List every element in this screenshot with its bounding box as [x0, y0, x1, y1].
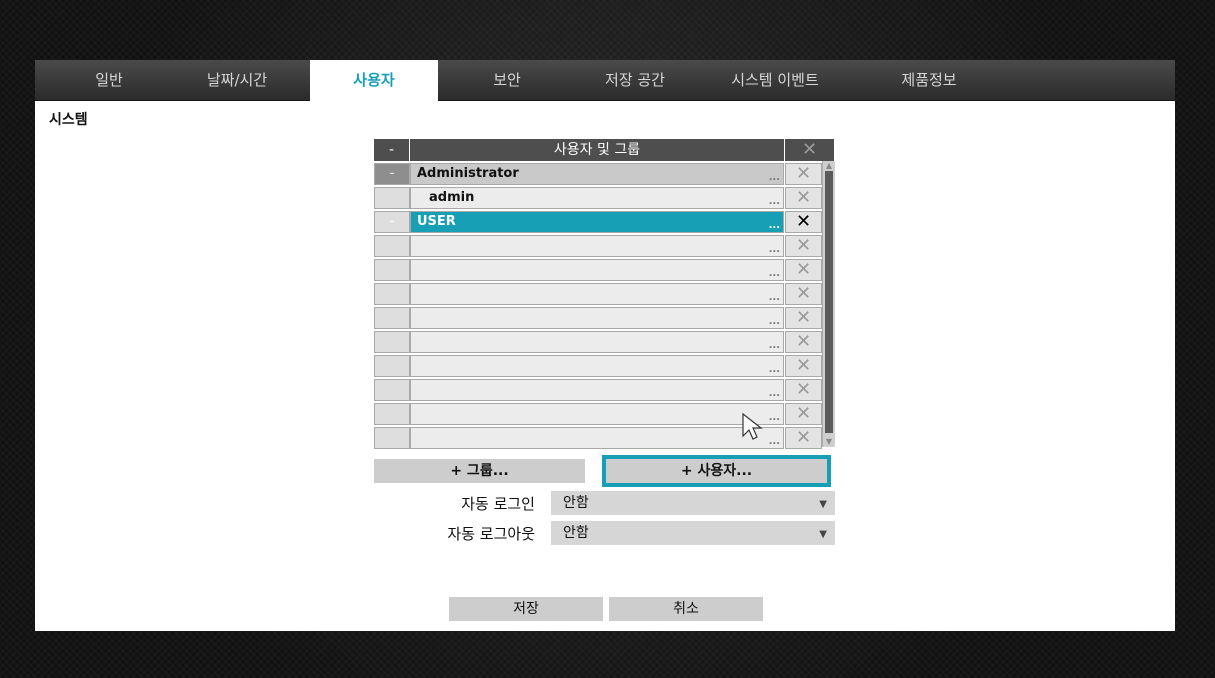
- delete-icon[interactable]: ✕: [785, 283, 822, 305]
- delete-icon[interactable]: ✕: [785, 379, 822, 401]
- row-edit-ellipsis[interactable]: ...: [769, 360, 780, 380]
- table-row[interactable]: admin... ✕: [374, 187, 822, 209]
- row-name-cell[interactable]: ...: [410, 427, 784, 449]
- row-name-cell[interactable]: admin...: [410, 187, 784, 209]
- row-name-cell[interactable]: ...: [410, 403, 784, 425]
- row-name: USER: [417, 214, 456, 229]
- row-name-cell[interactable]: Administrator...: [410, 163, 784, 185]
- save-button[interactable]: 저장: [449, 597, 603, 621]
- collapse-all-button[interactable]: -: [374, 139, 409, 161]
- scrollbar-thumb[interactable]: [825, 171, 833, 433]
- add-user-button[interactable]: + 사용자...: [602, 455, 831, 487]
- row-name-cell[interactable]: ...: [410, 307, 784, 329]
- mouse-cursor-icon: [742, 412, 763, 440]
- row-name-cell[interactable]: ...: [410, 355, 784, 377]
- delete-icon[interactable]: ✕: [785, 187, 822, 209]
- row-collapse-toggle[interactable]: [374, 187, 410, 209]
- table-row[interactable]: ... ✕: [374, 379, 822, 401]
- row-collapse-toggle[interactable]: -: [374, 211, 410, 233]
- tab-date-time[interactable]: 날짜/시간: [173, 60, 301, 100]
- row-name-cell[interactable]: USER...: [410, 211, 784, 233]
- row-collapse-toggle[interactable]: [374, 403, 410, 425]
- cancel-button[interactable]: 취소: [609, 597, 763, 621]
- row-name-cell[interactable]: ...: [410, 259, 784, 281]
- row-collapse-toggle[interactable]: [374, 307, 410, 329]
- row-collapse-toggle[interactable]: [374, 355, 410, 377]
- row-name-cell[interactable]: ...: [410, 235, 784, 257]
- table-scrollbar[interactable]: ▲ ▼: [822, 161, 835, 447]
- row-name-cell[interactable]: ...: [410, 283, 784, 305]
- delete-icon[interactable]: ✕: [785, 163, 822, 185]
- row-edit-ellipsis[interactable]: ...: [769, 312, 780, 332]
- auto-login-label: 자동 로그인: [461, 495, 535, 513]
- row-edit-ellipsis[interactable]: ...: [769, 384, 780, 404]
- tab-system-event[interactable]: 시스템 이벤트: [711, 60, 839, 100]
- row-edit-ellipsis[interactable]: ...: [769, 216, 780, 236]
- table-row[interactable]: - USER... ✕: [374, 211, 822, 233]
- delete-icon[interactable]: ✕: [785, 427, 822, 449]
- row-edit-ellipsis[interactable]: ...: [769, 432, 780, 452]
- table-row[interactable]: ... ✕: [374, 235, 822, 257]
- table-row[interactable]: ... ✕: [374, 355, 822, 377]
- tab-user[interactable]: 사용자: [310, 60, 438, 101]
- delete-icon[interactable]: ✕: [785, 355, 822, 377]
- row-collapse-toggle[interactable]: [374, 235, 410, 257]
- row-edit-ellipsis[interactable]: ...: [769, 336, 780, 356]
- row-collapse-toggle[interactable]: [374, 331, 410, 353]
- tab-storage[interactable]: 저장 공간: [571, 60, 699, 100]
- row-edit-ellipsis[interactable]: ...: [769, 192, 780, 212]
- scroll-up-arrow-icon[interactable]: ▲: [825, 162, 833, 170]
- content-panel: 시스템 - 사용자 및 그룹 ✕ - Administrator... ✕ admin…: [35, 101, 1175, 631]
- row-edit-ellipsis[interactable]: ...: [769, 168, 780, 188]
- delete-icon[interactable]: ✕: [785, 211, 822, 233]
- tab-general[interactable]: 일반: [45, 60, 173, 100]
- table-row[interactable]: ... ✕: [374, 331, 822, 353]
- settings-window: 일반 날짜/시간 사용자 보안 저장 공간 시스템 이벤트 제품정보 시스템 -…: [35, 60, 1175, 631]
- chevron-down-icon: ▼: [819, 499, 827, 510]
- row-collapse-toggle[interactable]: [374, 427, 410, 449]
- scroll-down-arrow-icon[interactable]: ▼: [825, 438, 833, 446]
- add-group-button[interactable]: + 그룹...: [374, 459, 585, 483]
- row-name-cell[interactable]: ...: [410, 379, 784, 401]
- delete-icon[interactable]: ✕: [785, 307, 822, 329]
- table-row[interactable]: ... ✕: [374, 283, 822, 305]
- table-row[interactable]: ... ✕: [374, 259, 822, 281]
- row-name-cell[interactable]: ...: [410, 331, 784, 353]
- row-edit-ellipsis[interactable]: ...: [769, 264, 780, 284]
- tab-bar: 일반 날짜/시간 사용자 보안 저장 공간 시스템 이벤트 제품정보: [35, 60, 1175, 101]
- row-name: admin: [429, 190, 475, 205]
- delete-icon[interactable]: ✕: [785, 259, 822, 281]
- delete-icon[interactable]: ✕: [785, 235, 822, 257]
- delete-icon[interactable]: ✕: [785, 403, 822, 425]
- row-collapse-toggle[interactable]: [374, 379, 410, 401]
- auto-logout-select[interactable]: 안함 ▼: [551, 521, 835, 545]
- row-edit-ellipsis[interactable]: ...: [769, 408, 780, 428]
- row-collapse-toggle[interactable]: -: [374, 163, 410, 185]
- auto-login-value: 안함: [563, 495, 589, 511]
- row-collapse-toggle[interactable]: [374, 259, 410, 281]
- tab-product-info[interactable]: 제품정보: [865, 60, 993, 100]
- auto-logout-value: 안함: [563, 525, 589, 541]
- header-delete-icon: ✕: [785, 139, 834, 161]
- row-edit-ellipsis[interactable]: ...: [769, 240, 780, 260]
- delete-icon[interactable]: ✕: [785, 331, 822, 353]
- section-title: 시스템: [49, 112, 88, 128]
- tab-security[interactable]: 보안: [443, 60, 571, 100]
- row-collapse-toggle[interactable]: [374, 283, 410, 305]
- row-name: Administrator: [417, 166, 519, 181]
- auto-login-select[interactable]: 안함 ▼: [551, 491, 835, 515]
- row-edit-ellipsis[interactable]: ...: [769, 288, 780, 308]
- table-row[interactable]: - Administrator... ✕: [374, 163, 822, 185]
- table-row[interactable]: ... ✕: [374, 307, 822, 329]
- chevron-down-icon: ▼: [819, 529, 827, 540]
- table-header-title: 사용자 및 그룹: [410, 139, 784, 161]
- auto-logout-label: 자동 로그아웃: [447, 525, 535, 543]
